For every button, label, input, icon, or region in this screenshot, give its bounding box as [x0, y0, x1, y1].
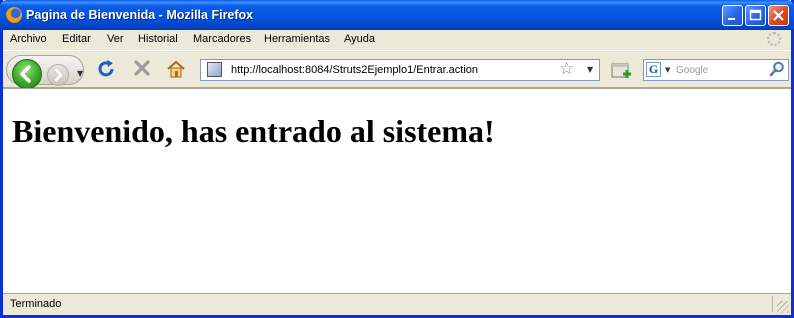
- home-icon[interactable]: [166, 60, 186, 78]
- browser-window: Pagina de Bienvenida - Mozilla Firefox A…: [0, 0, 794, 318]
- menu-marcadores[interactable]: Marcadores: [193, 33, 251, 45]
- window-title: Pagina de Bienvenida - Mozilla Firefox: [26, 8, 254, 22]
- new-tab-icon[interactable]: [610, 60, 634, 80]
- menu-ver[interactable]: Ver: [107, 33, 124, 45]
- page-content: Bienvenido, has entrado al sistema!: [3, 88, 791, 293]
- stop-icon[interactable]: [131, 57, 153, 84]
- address-bar[interactable]: http://localhost:8084/Struts2Ejemplo1/En…: [200, 59, 600, 81]
- page-heading: Bienvenido, has entrado al sistema!: [12, 113, 495, 149]
- menu-ayuda[interactable]: Ayuda: [344, 33, 375, 45]
- url-field[interactable]: http://localhost:8084/Struts2Ejemplo1/En…: [231, 64, 478, 76]
- menu-herramientas[interactable]: Herramientas: [264, 33, 330, 45]
- minimize-button[interactable]: [722, 5, 743, 26]
- throbber-icon: [767, 32, 781, 46]
- search-bar: G ▼: [643, 59, 789, 81]
- page-icon: [207, 62, 222, 77]
- url-dropdown-icon[interactable]: ▼: [587, 65, 593, 74]
- back-forward-group: ▼: [6, 55, 84, 89]
- menu-editar[interactable]: Editar: [62, 33, 91, 45]
- maximize-button[interactable]: [745, 5, 766, 26]
- title-bar[interactable]: Pagina de Bienvenida - Mozilla Firefox: [0, 0, 794, 30]
- firefox-icon: [6, 7, 22, 23]
- status-separator: [772, 296, 773, 312]
- menu-archivo[interactable]: Archivo: [10, 33, 47, 45]
- history-dropdown-icon[interactable]: ▼: [77, 69, 83, 78]
- menu-historial[interactable]: Historial: [138, 33, 178, 45]
- forward-arrow-icon[interactable]: [47, 64, 69, 86]
- back-arrow-icon[interactable]: [12, 59, 42, 89]
- resize-grip-icon[interactable]: [777, 301, 789, 313]
- status-bar: Terminado: [3, 293, 791, 315]
- star-icon[interactable]: ☆: [559, 59, 574, 79]
- search-input[interactable]: [676, 62, 764, 78]
- menu-bar: Archivo Editar Ver Historial Marcadores …: [3, 30, 791, 50]
- magnifier-icon[interactable]: [769, 61, 785, 81]
- search-engine-dropdown-icon[interactable]: ▼: [665, 66, 670, 74]
- reload-icon[interactable]: [95, 58, 117, 85]
- status-text: Terminado: [10, 298, 62, 310]
- navigation-toolbar: ▼ http://localhost:8084/Struts2Ejemplo1/…: [3, 50, 791, 89]
- google-icon[interactable]: G: [646, 62, 661, 77]
- close-button[interactable]: [768, 5, 789, 26]
